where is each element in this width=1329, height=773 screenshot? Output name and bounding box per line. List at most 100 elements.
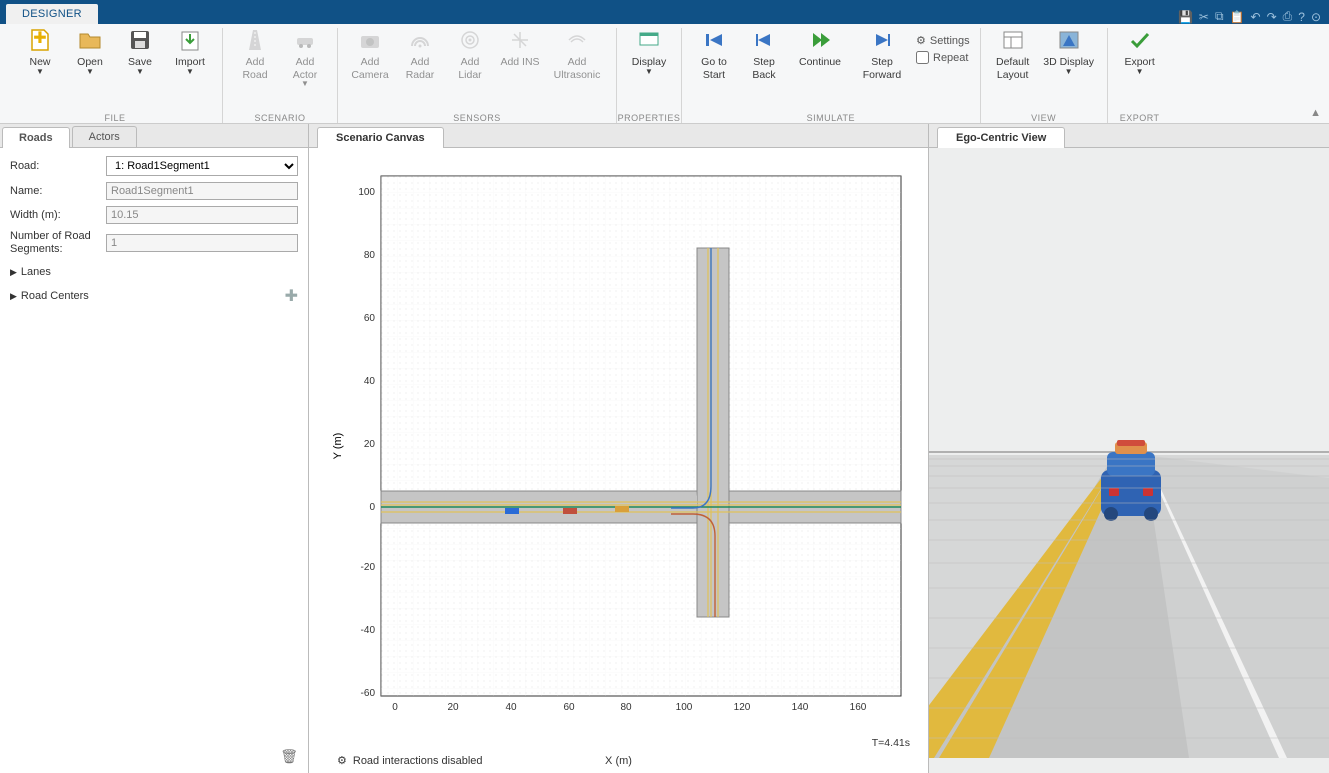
left-panel: Roads Actors Road: 1: Road1Segment1 Name…: [0, 124, 309, 773]
layout-icon: [1001, 28, 1025, 52]
step-back-icon: [752, 28, 776, 52]
name-label: Name:: [10, 185, 100, 197]
title-bar: DESIGNER 💾 ✂ ⧉ 📋 ↶ ↷ ⎙ ? ⊙: [0, 0, 1329, 24]
gear-icon: ⚙: [916, 34, 926, 47]
svg-text:140: 140: [792, 702, 809, 713]
add-center-icon[interactable]: ✚: [285, 286, 298, 306]
check-icon: [1128, 28, 1152, 52]
ins-icon: [508, 28, 532, 52]
svg-text:40: 40: [364, 376, 376, 387]
undo-icon[interactable]: ↶: [1251, 10, 1261, 24]
lanes-section[interactable]: ▶ Lanes: [10, 262, 298, 282]
settings-button[interactable]: ⚙ Settings: [916, 34, 970, 47]
add-actor-button[interactable]: Add Actor▼: [283, 28, 327, 89]
chevron-right-icon: ▶: [10, 267, 17, 278]
import-button[interactable]: Import▼: [168, 28, 212, 76]
ego-view[interactable]: [929, 148, 1329, 773]
road-label: Road:: [10, 160, 100, 172]
step-back-button[interactable]: Step Back: [742, 28, 786, 81]
add-road-button[interactable]: Add Road: [233, 28, 277, 81]
svg-text:0: 0: [369, 502, 375, 513]
svg-text:✚: ✚: [33, 30, 46, 47]
ribbon-group-file: ✚ New▼ Open▼ Save▼ Import▼ FILE: [8, 28, 223, 123]
open-icon: [78, 28, 102, 52]
svg-text:-60: -60: [361, 688, 376, 699]
add-lidar-button[interactable]: Add Lidar: [448, 28, 492, 81]
actors-tab[interactable]: Actors: [72, 126, 137, 147]
gear-icon[interactable]: ⚙: [337, 754, 347, 767]
help-icon[interactable]: ?: [1298, 10, 1305, 24]
collapse-ribbon-icon[interactable]: ▲: [1310, 107, 1321, 119]
ribbon-group-simulate: Go to Start Step Back Continue Step Forw…: [682, 28, 981, 123]
continue-button[interactable]: Continue: [792, 28, 848, 69]
repeat-checkbox[interactable]: Repeat: [916, 51, 970, 64]
cut-icon[interactable]: ✂: [1199, 10, 1209, 24]
open-button[interactable]: Open▼: [68, 28, 112, 76]
svg-text:20: 20: [364, 439, 376, 450]
add-radar-button[interactable]: Add Radar: [398, 28, 442, 81]
ultrasonic-icon: [565, 28, 589, 52]
svg-text:80: 80: [364, 250, 376, 261]
sim-time: T=4.41s: [872, 737, 910, 749]
new-icon: ✚: [28, 28, 52, 52]
ribbon: ✚ New▼ Open▼ Save▼ Import▼ FILE Add Road: [0, 24, 1329, 124]
segments-field[interactable]: [106, 234, 298, 252]
new-button[interactable]: ✚ New▼: [18, 28, 62, 76]
designer-tab[interactable]: DESIGNER: [6, 4, 98, 24]
svg-text:40: 40: [505, 702, 517, 713]
svg-text:20: 20: [447, 702, 459, 713]
lidar-icon: [458, 28, 482, 52]
svg-text:-20: -20: [361, 562, 376, 573]
save-icon: [128, 28, 152, 52]
ego-view-tab[interactable]: Ego-Centric View: [937, 127, 1065, 148]
add-camera-button[interactable]: Add Camera: [348, 28, 392, 81]
skip-start-icon: [702, 28, 726, 52]
main-area: Roads Actors Road: 1: Road1Segment1 Name…: [0, 124, 1329, 773]
go-to-start-button[interactable]: Go to Start: [692, 28, 736, 81]
actor-yellow[interactable]: [615, 506, 629, 512]
3d-display-button[interactable]: 3D Display▼: [1041, 28, 1097, 76]
road-select[interactable]: 1: Road1Segment1: [106, 156, 298, 176]
car-icon: [293, 28, 317, 52]
add-ultrasonic-button[interactable]: Add Ultrasonic: [548, 28, 606, 81]
step-forward-icon: [870, 28, 894, 52]
segments-label: Number of Road Segments:: [10, 230, 100, 256]
ylabel: Y (m): [333, 433, 344, 460]
default-layout-button[interactable]: Default Layout: [991, 28, 1035, 81]
display-icon: [637, 28, 661, 52]
ribbon-group-properties: Display▼ PROPERTIES: [617, 28, 682, 123]
ribbon-group-view: Default Layout 3D Display▼ VIEW: [981, 28, 1108, 123]
add-ins-button[interactable]: Add INS: [498, 28, 542, 69]
actor-red[interactable]: [563, 508, 577, 514]
svg-text:80: 80: [620, 702, 632, 713]
scenario-canvas-tab[interactable]: Scenario Canvas: [317, 127, 444, 148]
save-icon[interactable]: 💾: [1178, 10, 1193, 24]
name-field[interactable]: [106, 182, 298, 200]
width-field[interactable]: [106, 206, 298, 224]
play-icon: [808, 28, 832, 52]
titlebar-quick-icons: 💾 ✂ ⧉ 📋 ↶ ↷ ⎙ ? ⊙: [1178, 9, 1329, 24]
roads-tab[interactable]: Roads: [2, 127, 70, 148]
paste-icon[interactable]: 📋: [1230, 10, 1245, 24]
ribbon-group-export: Export▼ EXPORT: [1108, 28, 1172, 123]
road-icon: [243, 28, 267, 52]
more-icon[interactable]: ⊙: [1311, 10, 1321, 24]
ribbon-group-sensors: Add Camera Add Radar Add Lidar Add INS A…: [338, 28, 617, 123]
trash-icon[interactable]: 🗑: [280, 748, 298, 765]
road-centers-section[interactable]: ▶ Road Centers ✚: [10, 282, 298, 310]
scenario-plot[interactable]: Y (m): [333, 166, 913, 726]
ribbon-group-scenario: Add Road Add Actor▼ SCENARIO: [223, 28, 338, 123]
ego-centric-panel: Ego-Centric View: [929, 124, 1329, 773]
export-button[interactable]: Export▼: [1118, 28, 1162, 76]
display-button[interactable]: Display▼: [627, 28, 671, 76]
width-label: Width (m):: [10, 209, 100, 221]
save-button[interactable]: Save▼: [118, 28, 162, 76]
print-icon[interactable]: ⎙: [1283, 9, 1293, 24]
svg-text:60: 60: [364, 313, 376, 324]
radar-icon: [408, 28, 432, 52]
redo-icon[interactable]: ↷: [1267, 10, 1277, 24]
step-forward-button[interactable]: Step Forward: [854, 28, 910, 81]
svg-text:160: 160: [850, 702, 867, 713]
actor-blue[interactable]: [505, 508, 519, 514]
copy-icon[interactable]: ⧉: [1215, 9, 1224, 24]
